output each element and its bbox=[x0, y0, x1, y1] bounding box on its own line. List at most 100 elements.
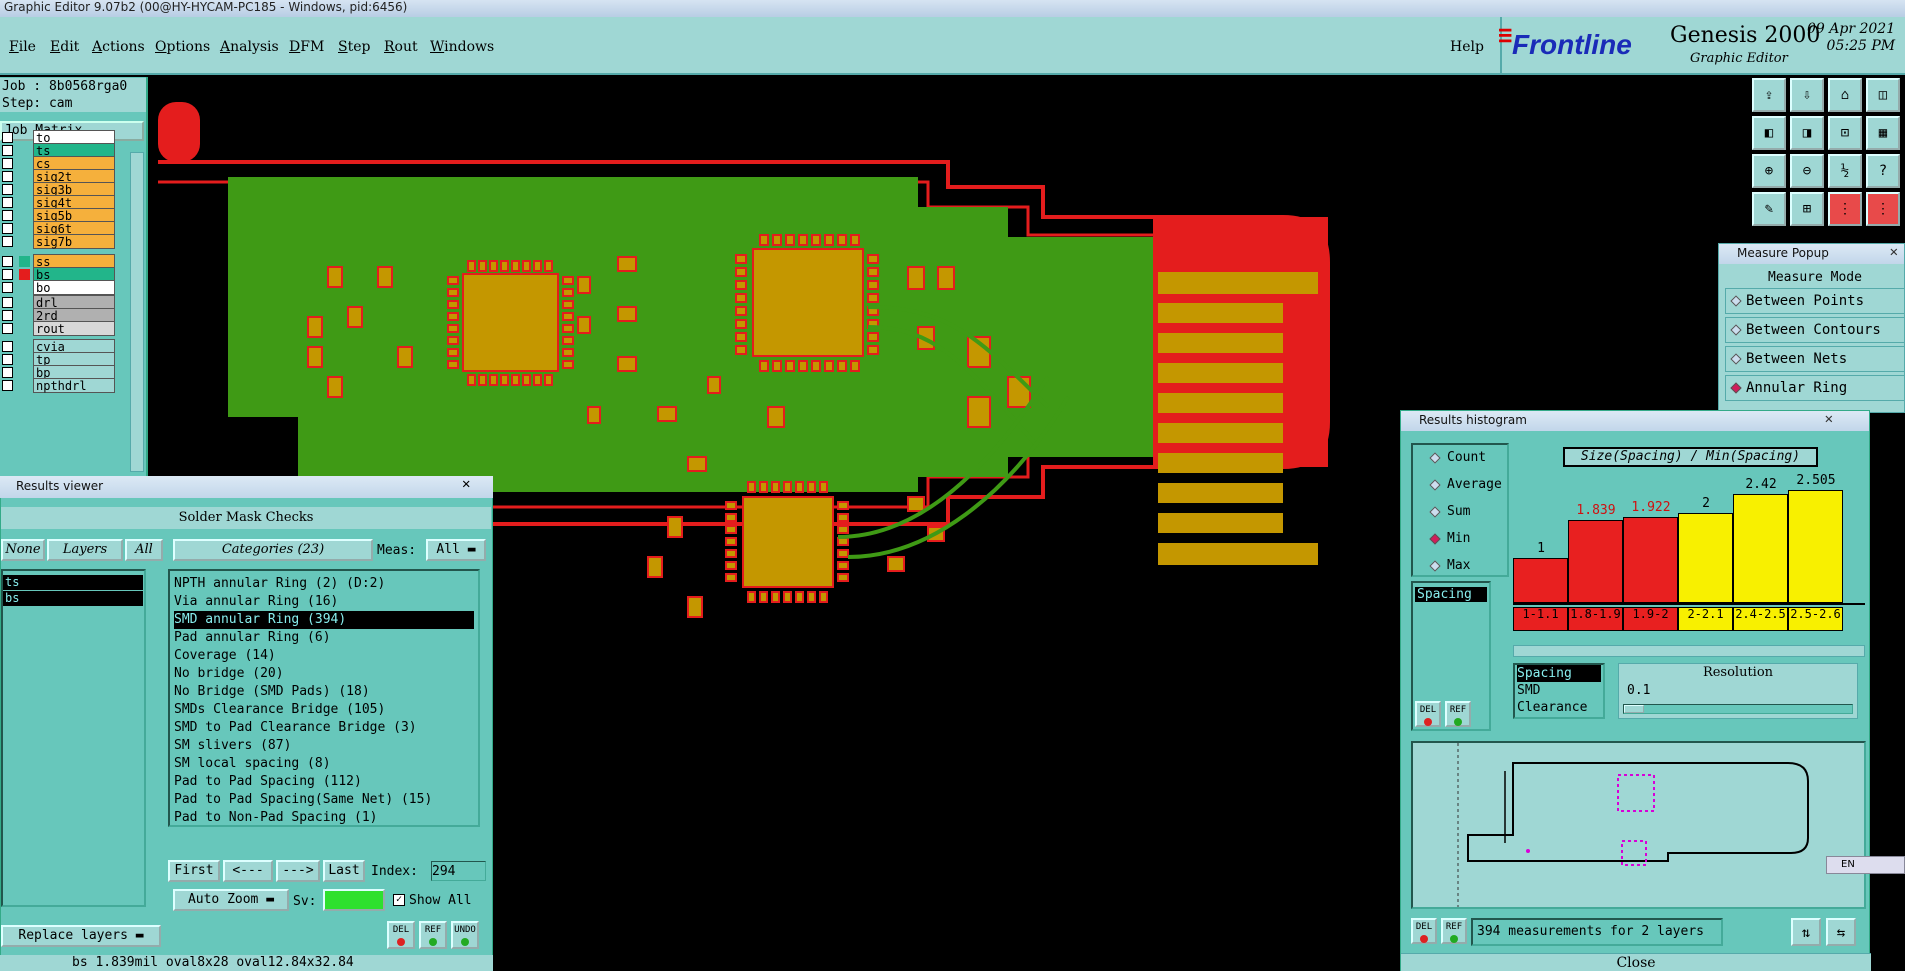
layer-scrollbar[interactable] bbox=[130, 152, 144, 472]
mode-between-contours[interactable]: Between Contours bbox=[1725, 317, 1905, 343]
del-button[interactable]: DEL bbox=[1411, 918, 1437, 944]
layer-checkbox[interactable] bbox=[2, 282, 13, 293]
menu-options[interactable]: Options bbox=[155, 39, 210, 55]
report-icon[interactable]: ⇆ bbox=[1826, 918, 1856, 946]
list-item[interactable]: ts bbox=[3, 575, 143, 590]
index-input[interactable] bbox=[431, 861, 486, 881]
category-item[interactable]: Coverage (14) bbox=[174, 647, 474, 665]
window-icon[interactable]: ◫ bbox=[1866, 78, 1900, 112]
measure-icon[interactable]: ✎ bbox=[1752, 192, 1786, 226]
layer-checkbox[interactable] bbox=[2, 354, 13, 365]
histogram-item-list[interactable]: Spacing DEL REF bbox=[1411, 581, 1491, 731]
category-item[interactable]: Pad to Pad Spacing(Same Net) (15) bbox=[174, 791, 474, 809]
category-item[interactable]: SM local spacing (8) bbox=[174, 755, 474, 773]
replace-layers-dropdown[interactable]: Replace layers ▬ bbox=[1, 925, 161, 947]
pan-left-icon[interactable]: ◧ bbox=[1752, 116, 1786, 150]
layer-checkbox[interactable] bbox=[2, 197, 13, 208]
layer-results-list[interactable]: ts bs bbox=[1, 569, 146, 907]
zoom-fit-icon[interactable]: ⊡ bbox=[1828, 116, 1862, 150]
undo-button[interactable]: UNDO bbox=[451, 921, 479, 949]
pan-right-icon[interactable]: ◨ bbox=[1790, 116, 1824, 150]
auto-zoom-dropdown[interactable]: Auto Zoom ▬ bbox=[173, 889, 289, 911]
option-sum[interactable]: Sum bbox=[1429, 503, 1470, 521]
list-item[interactable]: bs bbox=[3, 591, 143, 606]
histogram-close-icon[interactable]: ✕ bbox=[1825, 411, 1833, 427]
zoom-in-icon[interactable]: ⊕ bbox=[1752, 154, 1786, 188]
ref-button[interactable]: REF bbox=[1441, 918, 1467, 944]
mode-annular-ring[interactable]: Annular Ring bbox=[1725, 375, 1905, 401]
load-icon[interactable]: ⇩ bbox=[1790, 78, 1824, 112]
histogram-bar[interactable] bbox=[1513, 558, 1568, 603]
category-item[interactable]: Pad annular Ring (6) bbox=[174, 629, 474, 647]
menu-step[interactable]: Step bbox=[338, 39, 370, 55]
menu-rout[interactable]: Rout bbox=[384, 39, 418, 55]
category-item[interactable]: SMD to Pad Clearance Bridge (3) bbox=[174, 719, 474, 737]
list-item[interactable]: Spacing bbox=[1517, 665, 1601, 682]
category-item[interactable]: SMD annular Ring (394) bbox=[174, 611, 474, 629]
prev-button[interactable]: <--- bbox=[223, 860, 273, 882]
chart-hscrollbar[interactable] bbox=[1513, 645, 1865, 657]
resolution-slider[interactable] bbox=[1623, 704, 1853, 714]
category-item[interactable]: Via annular Ring (16) bbox=[174, 593, 474, 611]
category-item[interactable]: SM slivers (87) bbox=[174, 737, 474, 755]
meas-dropdown[interactable]: All ▬ bbox=[426, 539, 486, 561]
histogram-bar[interactable] bbox=[1788, 490, 1843, 603]
del-button[interactable]: DEL bbox=[387, 921, 415, 949]
ref-button[interactable]: REF bbox=[419, 921, 447, 949]
histogram-bar[interactable] bbox=[1623, 517, 1678, 603]
histogram-bar[interactable] bbox=[1733, 494, 1788, 603]
del-button[interactable]: DEL bbox=[1415, 701, 1441, 727]
layer-checkbox[interactable] bbox=[2, 210, 13, 221]
option-min[interactable]: Min bbox=[1429, 530, 1470, 548]
menu-edit[interactable]: Edit bbox=[50, 39, 79, 55]
mode-between-nets[interactable]: Between Nets bbox=[1725, 346, 1905, 372]
list-item[interactable]: Clearance bbox=[1517, 699, 1603, 716]
layer-checkbox[interactable] bbox=[2, 323, 13, 334]
menu-help[interactable]: Help bbox=[1450, 39, 1484, 55]
categories-button[interactable]: Categories (23) bbox=[173, 539, 373, 561]
layer-checkbox[interactable] bbox=[2, 145, 13, 156]
ref-button[interactable]: REF bbox=[1445, 701, 1471, 727]
results-viewer-close-icon[interactable]: ✕ bbox=[462, 476, 470, 492]
last-button[interactable]: Last bbox=[323, 860, 365, 882]
menu-dfm[interactable]: DFM bbox=[289, 39, 324, 55]
layer-checkbox[interactable] bbox=[2, 171, 13, 182]
category-list[interactable]: NPTH annular Ring (2) (D:2) Via annular R… bbox=[168, 569, 480, 827]
histogram-close-button[interactable]: Close bbox=[1401, 953, 1871, 971]
option-max[interactable]: Max bbox=[1429, 557, 1470, 575]
histogram-bar[interactable] bbox=[1678, 513, 1733, 603]
layer-checkbox[interactable] bbox=[2, 184, 13, 195]
list-item[interactable]: SMD bbox=[1517, 682, 1603, 699]
menu-analysis[interactable]: Analysis bbox=[220, 39, 279, 55]
category-item[interactable]: Pad to Pad Spacing (112) bbox=[174, 773, 474, 791]
layer-row-rout[interactable]: rout bbox=[0, 321, 118, 336]
drc-icon[interactable]: ⋮ bbox=[1866, 192, 1900, 226]
ime-indicator[interactable]: EN bbox=[1826, 856, 1905, 874]
menu-windows[interactable]: Windows bbox=[430, 39, 494, 55]
category-item[interactable]: NPTH annular Ring (2) (D:2) bbox=[174, 575, 474, 593]
export-icon[interactable]: ⇅ bbox=[1791, 918, 1821, 946]
layer-checkbox[interactable] bbox=[2, 158, 13, 169]
scale-icon[interactable]: ½ bbox=[1828, 154, 1862, 188]
layer-checkbox[interactable] bbox=[2, 380, 13, 391]
all-button[interactable]: All bbox=[125, 539, 163, 561]
layer-checkbox[interactable] bbox=[2, 341, 13, 352]
mode-between-points[interactable]: Between Points bbox=[1725, 288, 1905, 314]
layer-checkbox[interactable] bbox=[2, 236, 13, 247]
save-icon[interactable]: ⇪ bbox=[1752, 78, 1786, 112]
first-button[interactable]: First bbox=[168, 860, 220, 882]
snap-icon[interactable]: ⊞ bbox=[1790, 192, 1824, 226]
menu-actions[interactable]: Actions bbox=[92, 39, 145, 55]
layers-button[interactable]: Layers bbox=[47, 539, 123, 561]
measure-close-icon[interactable]: ✕ bbox=[1890, 244, 1898, 260]
home-icon[interactable]: ⌂ bbox=[1828, 78, 1862, 112]
layer-checkbox[interactable] bbox=[2, 310, 13, 321]
net-icon[interactable]: ⋮ bbox=[1828, 192, 1862, 226]
option-count[interactable]: Count bbox=[1429, 449, 1486, 467]
category-item[interactable]: No Bridge (SMD Pads) (18) bbox=[174, 683, 474, 701]
sv-color-dropdown[interactable] bbox=[323, 889, 385, 911]
layer-checkbox[interactable] bbox=[2, 367, 13, 378]
type-list[interactable]: Spacing SMD Clearance bbox=[1513, 663, 1605, 719]
minimap[interactable] bbox=[1411, 741, 1866, 909]
layer-row-npthdrl[interactable]: npthdrl bbox=[0, 378, 118, 393]
